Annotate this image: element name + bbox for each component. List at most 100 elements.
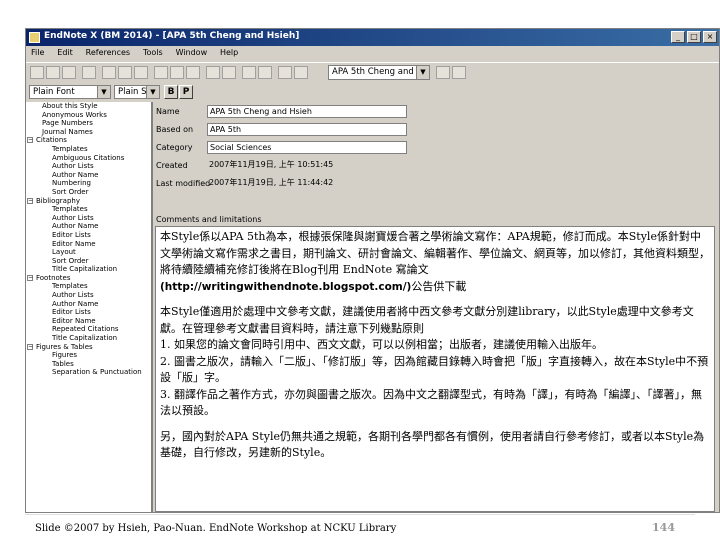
tree-item-label: Figures bbox=[52, 351, 78, 360]
maximize-button[interactable]: □ bbox=[687, 31, 701, 43]
tree-item[interactable]: Repeated Citations bbox=[26, 325, 151, 334]
tree-item[interactable]: Title Capitalization bbox=[26, 334, 151, 343]
field-value: 2007年11月19日, 上午 10:51:45 bbox=[209, 160, 334, 169]
tree-item-label: Author Name bbox=[52, 222, 99, 231]
paste-icon[interactable] bbox=[134, 66, 148, 79]
tree-item[interactable]: Editor Name bbox=[26, 240, 151, 249]
field-label: Created bbox=[156, 161, 188, 170]
collapse-icon[interactable]: − bbox=[27, 137, 33, 144]
size-select[interactable]: Plain Size ▼ bbox=[114, 85, 160, 99]
collapse-icon[interactable]: − bbox=[27, 343, 33, 350]
tree-item[interactable]: Editor Name bbox=[26, 317, 151, 326]
tree-item[interactable]: Figures bbox=[26, 351, 151, 360]
find-icon[interactable] bbox=[154, 66, 168, 79]
tree-item-label: Anonymous Works bbox=[42, 110, 107, 119]
tree-item[interactable]: Editor Lists bbox=[26, 231, 151, 240]
tree-item-label: Tables bbox=[52, 359, 74, 368]
menu-window[interactable]: Window bbox=[171, 46, 213, 59]
endnote-window: EndNote X (BM 2014) - [APA 5th Cheng and… bbox=[25, 28, 720, 513]
tree-item[interactable]: Templates bbox=[26, 205, 151, 214]
tree-item-label: Sort Order bbox=[52, 187, 89, 196]
bold-button[interactable]: B bbox=[164, 85, 178, 99]
field-value: 2007年11月19日, 上午 11:44:42 bbox=[209, 178, 334, 187]
open-icon[interactable] bbox=[46, 66, 60, 79]
tree-item[interactable]: Sort Order bbox=[26, 188, 151, 197]
export-icon[interactable] bbox=[294, 66, 308, 79]
endnote-app-icon bbox=[29, 32, 40, 43]
plain-button[interactable]: P bbox=[179, 85, 193, 99]
minimize-button[interactable]: _ bbox=[671, 31, 685, 43]
tree-item[interactable]: Author Name bbox=[26, 222, 151, 231]
import-icon[interactable] bbox=[278, 66, 292, 79]
field-label: Based on bbox=[156, 125, 194, 134]
tree-item-label: Journal Names bbox=[42, 127, 93, 136]
tree-item-label: Title Capitalization bbox=[52, 265, 118, 274]
tree-group[interactable]: − Bibliography bbox=[26, 197, 151, 206]
help-icon[interactable] bbox=[452, 66, 466, 79]
tree-item[interactable]: Tables bbox=[26, 360, 151, 369]
menu-edit[interactable]: Edit bbox=[52, 46, 78, 59]
output-style-dropdown[interactable]: APA 5th Cheng and ▼ bbox=[328, 65, 430, 80]
tree-group[interactable]: − Citations bbox=[26, 136, 151, 145]
comments-paragraph-3: 另，國內對於APA Style仍無共通之規範，各期刊各學門都各有慣例，使用者請自… bbox=[160, 429, 705, 460]
tree-item-label: Editor Lists bbox=[52, 308, 91, 317]
connect-icon[interactable] bbox=[258, 66, 272, 79]
tree-item[interactable]: Author Lists bbox=[26, 162, 151, 171]
comments-item-1: 1. 如果您的論文會同時引用中、西文文獻，可以以例相當；出版者，建議使用輸入出版… bbox=[160, 338, 603, 351]
comments-label: Comments and limitations bbox=[156, 215, 262, 224]
menu-help[interactable]: Help bbox=[215, 46, 243, 59]
menu-references[interactable]: References bbox=[81, 46, 135, 59]
tree-item[interactable]: Separation & Punctuation bbox=[26, 368, 151, 377]
tree-item[interactable]: Ambiguous Citations bbox=[26, 154, 151, 163]
tree-item[interactable]: Sort Order bbox=[26, 257, 151, 266]
save-icon[interactable] bbox=[62, 66, 76, 79]
tree-item[interactable]: Page Numbers bbox=[26, 119, 151, 128]
tree-item[interactable]: Templates bbox=[26, 282, 151, 291]
tree-item[interactable]: Journal Names bbox=[26, 128, 151, 137]
tree-item[interactable]: Templates bbox=[26, 145, 151, 154]
slide-footer: Slide ©2007 by Hsieh, Pao-Nuan. EndNote … bbox=[25, 514, 695, 541]
field-value[interactable]: APA 5th bbox=[207, 123, 407, 136]
tree-item[interactable]: Author Name bbox=[26, 171, 151, 180]
font-select[interactable]: Plain Font ▼ bbox=[29, 85, 111, 99]
new-icon[interactable] bbox=[30, 66, 44, 79]
collapse-icon[interactable]: − bbox=[27, 197, 33, 204]
print-icon[interactable] bbox=[82, 66, 96, 79]
copy-icon[interactable] bbox=[118, 66, 132, 79]
collapse-icon[interactable]: − bbox=[27, 274, 33, 281]
tree-group[interactable]: − Figures & Tables bbox=[26, 343, 151, 352]
tree-item[interactable]: Author Name bbox=[26, 300, 151, 309]
cut-icon[interactable] bbox=[102, 66, 116, 79]
chevron-down-icon: ▼ bbox=[146, 86, 159, 98]
insert-citation-icon[interactable] bbox=[170, 66, 184, 79]
title-bar: EndNote X (BM 2014) - [APA 5th Cheng and… bbox=[26, 29, 719, 46]
menu-tools[interactable]: Tools bbox=[138, 46, 168, 59]
tree-group[interactable]: − Footnotes bbox=[26, 274, 151, 283]
toolbar: APA 5th Cheng and ▼ bbox=[26, 62, 719, 84]
menu-file[interactable]: File bbox=[26, 46, 49, 59]
tree-item[interactable]: Author Lists bbox=[26, 214, 151, 223]
tree-item-label: Templates bbox=[52, 144, 88, 153]
web-link-icon[interactable] bbox=[206, 66, 220, 79]
tree-item[interactable]: Anonymous Works bbox=[26, 111, 151, 120]
tree-item-label: Numbering bbox=[52, 179, 91, 188]
tree-item-label: Author Name bbox=[52, 170, 99, 179]
field-label: Category bbox=[156, 143, 193, 152]
close-button[interactable]: × bbox=[703, 31, 717, 43]
output-style-value: APA 5th Cheng and bbox=[332, 67, 414, 77]
tree-item[interactable]: Editor Lists bbox=[26, 308, 151, 317]
tree-item[interactable]: Numbering bbox=[26, 179, 151, 188]
search-online-icon[interactable] bbox=[242, 66, 256, 79]
tree-item[interactable]: Title Capitalization bbox=[26, 265, 151, 274]
format-bibliography-icon[interactable] bbox=[186, 66, 200, 79]
tree-item[interactable]: About this Style bbox=[26, 102, 151, 111]
style-manager-icon[interactable] bbox=[436, 66, 450, 79]
tree-item[interactable]: Layout bbox=[26, 248, 151, 257]
field-value[interactable]: APA 5th Cheng and Hsieh bbox=[207, 105, 407, 118]
comments-textarea[interactable]: 本Style係以APA 5th為本，根據張保隆與謝寶煖合著之學術論文寫作：APA… bbox=[155, 226, 715, 512]
field-value[interactable]: Social Sciences bbox=[207, 141, 407, 154]
open-link-icon[interactable] bbox=[222, 66, 236, 79]
tree-item-label: Templates bbox=[52, 205, 88, 214]
tree-item-label: Ambiguous Citations bbox=[52, 153, 125, 162]
tree-item[interactable]: Author Lists bbox=[26, 291, 151, 300]
